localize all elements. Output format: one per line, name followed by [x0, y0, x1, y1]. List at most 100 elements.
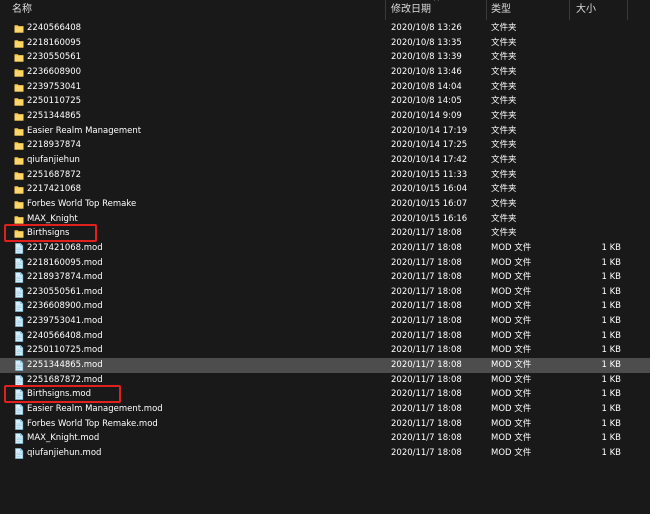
- file-date: 2020/10/14 17:19: [391, 125, 468, 136]
- file-row[interactable]: 2218160095.mod 2020/11/7 18:08 MOD 文件 1 KB: [0, 256, 650, 271]
- file-type: 文件夹: [491, 213, 517, 224]
- file-row[interactable]: qiufanjiehun.mod 2020/11/7 18:08 MOD 文件 1 K…: [0, 446, 650, 461]
- file-date: 2020/11/7 18:08: [391, 389, 462, 400]
- highlight-box: [4, 385, 121, 404]
- file-row[interactable]: 2239753041.mod 2020/11/7 18:08 MOD 文件 1 KB: [0, 314, 650, 329]
- mod-file-icon: [14, 374, 24, 386]
- file-row[interactable]: Birthsigns.mod 2020/11/7 18:08 MOD 文件 1 KB: [0, 385, 650, 404]
- folder-row[interactable]: 2218937874 2020/10/14 17:25 文件夹: [0, 138, 650, 153]
- file-date: 2020/10/14 9:09: [391, 110, 462, 121]
- mod-file-icon: [14, 418, 24, 430]
- folder-row[interactable]: 2218160095 2020/10/8 13:35 文件夹: [0, 36, 650, 51]
- file-date: 2020/11/7 18:08: [391, 345, 462, 356]
- column-header-date[interactable]: 修改日期: [391, 0, 484, 20]
- file-size: 1 KB: [601, 448, 621, 459]
- file-date: 2020/11/7 18:08: [391, 228, 462, 239]
- file-type: 文件夹: [491, 184, 517, 195]
- mod-file-icon: [14, 448, 24, 459]
- column-header-size[interactable]: 大小: [576, 0, 626, 20]
- file-row[interactable]: 2236608900.mod 2020/11/7 18:08 MOD 文件 1 KB: [0, 299, 650, 314]
- folder-row[interactable]: MAX_Knight 2020/10/15 16:16 文件夹: [0, 212, 650, 227]
- file-size: 1 KB: [601, 374, 621, 385]
- column-header-bar: 名称 ^ 修改日期 类型 大小: [0, 0, 650, 20]
- mod-file-icon: [14, 316, 24, 327]
- folder-row[interactable]: Birthsigns 2020/11/7 18:08 文件夹: [0, 224, 650, 243]
- file-date: 2020/11/7 18:08: [391, 360, 462, 371]
- column-divider[interactable]: [569, 0, 570, 20]
- folder-icon: [14, 185, 24, 194]
- file-date: 2020/11/7 18:08: [391, 301, 462, 312]
- file-row[interactable]: 2251344865.mod 2020/11/7 18:08 MOD 文件 1 KB: [0, 358, 650, 373]
- folder-icon: [14, 141, 24, 150]
- file-size: 1 KB: [601, 418, 621, 429]
- file-size: 1 KB: [601, 389, 621, 400]
- file-list: 2240566408 2020/10/8 13:26 文件夹 2218160095 20…: [0, 21, 650, 461]
- file-date: 2020/11/7 18:08: [391, 257, 462, 268]
- file-row[interactable]: Forbes World Top Remake.mod 2020/11/7 18:…: [0, 417, 650, 432]
- folder-icon: [14, 24, 24, 33]
- folder-icon: [14, 39, 24, 48]
- folder-icon: [14, 171, 24, 180]
- file-row[interactable]: Easier Realm Management.mod 2020/11/7 18:…: [0, 402, 650, 417]
- file-name: 2236608900: [27, 66, 82, 77]
- column-header-name-label: 名称: [12, 4, 32, 15]
- file-date: 2020/11/7 18:08: [391, 286, 462, 297]
- folder-row[interactable]: 2250110725 2020/10/8 14:05 文件夹: [0, 94, 650, 109]
- folder-row[interactable]: 2217421068 2020/10/15 16:04 文件夹: [0, 182, 650, 197]
- folder-icon: [14, 83, 24, 92]
- folder-icon: [14, 97, 24, 106]
- file-date: 2020/10/15 16:04: [391, 184, 468, 195]
- folder-row[interactable]: qiufanjiehun 2020/10/14 17:42 文件夹: [0, 153, 650, 168]
- file-type: 文件夹: [491, 198, 517, 209]
- column-divider[interactable]: [627, 0, 628, 20]
- file-name: 2240566408: [27, 23, 82, 33]
- file-date: 2020/11/7 18:08: [391, 448, 462, 459]
- file-type: MOD 文件: [491, 286, 532, 297]
- folder-icon: [14, 68, 24, 77]
- file-size: 1 KB: [601, 360, 621, 371]
- file-row[interactable]: 2217421068.mod 2020/11/7 18:08 MOD 文件 1 KB: [0, 241, 650, 256]
- file-date: 2020/10/15 11:33: [391, 169, 468, 180]
- file-date: 2020/10/15 16:16: [391, 213, 468, 224]
- file-type: MOD 文件: [491, 433, 532, 444]
- folder-row[interactable]: 2236608900 2020/10/8 13:46 文件夹: [0, 65, 650, 80]
- file-row[interactable]: 2250110725.mod 2020/11/7 18:08 MOD 文件 1 KB: [0, 343, 650, 358]
- file-row[interactable]: 2218937874.mod 2020/11/7 18:08 MOD 文件 1 KB: [0, 270, 650, 285]
- file-date: 2020/10/8 13:46: [391, 66, 462, 77]
- file-size: 1 KB: [601, 330, 621, 341]
- column-header-type[interactable]: 类型: [491, 0, 566, 20]
- file-name: 2251687872: [27, 169, 82, 180]
- column-header-size-label: 大小: [576, 4, 596, 15]
- file-type: MOD 文件: [491, 330, 532, 341]
- folder-row[interactable]: Easier Realm Management 2020/10/14 17:19 文…: [0, 124, 650, 139]
- file-size: 1 KB: [601, 404, 621, 415]
- file-date: 2020/11/7 18:08: [391, 330, 462, 341]
- column-header-date-label: 修改日期: [391, 4, 431, 15]
- file-date: 2020/10/14 17:42: [391, 154, 468, 165]
- file-name: 2218937874.mod: [27, 272, 103, 283]
- folder-row[interactable]: 2251344865 2020/10/14 9:09 文件夹: [0, 109, 650, 124]
- column-header-name[interactable]: 名称: [12, 0, 384, 20]
- file-row[interactable]: 2230550561.mod 2020/11/7 18:08 MOD 文件 1 KB: [0, 285, 650, 300]
- column-divider[interactable]: [385, 0, 386, 20]
- file-name: 2250110725.mod: [27, 345, 103, 356]
- mod-file-icon: [14, 286, 24, 298]
- file-name: 2251344865.mod: [27, 360, 103, 371]
- file-size: 1 KB: [601, 433, 621, 444]
- file-name: 2236608900.mod: [27, 301, 103, 312]
- file-type: MOD 文件: [491, 418, 532, 429]
- folder-row[interactable]: Forbes World Top Remake 2020/10/15 16:07 文…: [0, 197, 650, 212]
- folder-row[interactable]: 2240566408 2020/10/8 13:26 文件夹: [0, 21, 650, 36]
- file-row[interactable]: MAX_Knight.mod 2020/11/7 18:08 MOD 文件 1 KB: [0, 431, 650, 446]
- file-size: 1 KB: [601, 286, 621, 297]
- folder-row[interactable]: 2251687872 2020/10/15 11:33 文件夹: [0, 168, 650, 183]
- file-name: 2251344865: [27, 110, 82, 121]
- column-divider[interactable]: [486, 0, 487, 20]
- folder-row[interactable]: 2239753041 2020/10/8 14:04 文件夹: [0, 80, 650, 95]
- file-size: 1 KB: [601, 316, 621, 327]
- file-row[interactable]: 2240566408.mod 2020/11/7 18:08 MOD 文件 1 KB: [0, 329, 650, 344]
- folder-row[interactable]: 2230550561 2020/10/8 13:39 文件夹: [0, 50, 650, 65]
- file-size: 1 KB: [601, 257, 621, 268]
- file-date: 2020/10/15 16:07: [391, 198, 468, 209]
- file-size: 1 KB: [601, 345, 621, 356]
